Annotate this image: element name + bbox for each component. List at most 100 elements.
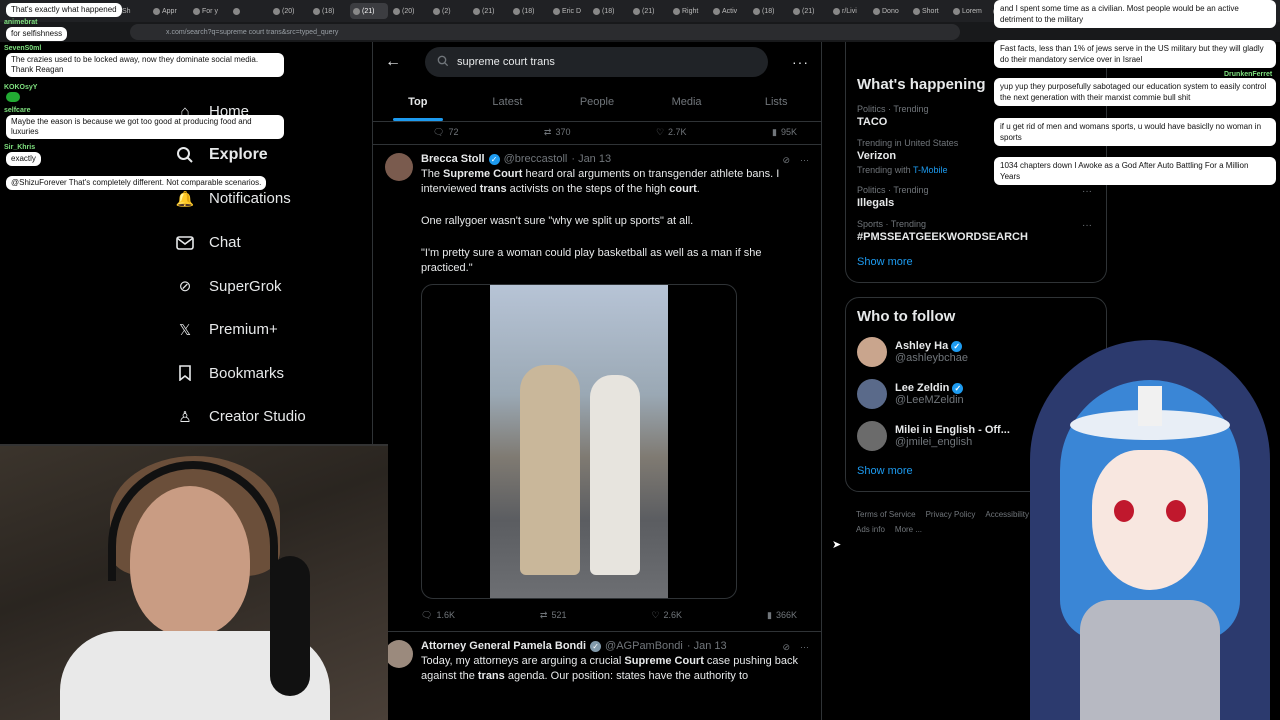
author-name[interactable]: Attorney General Pamela Bondi xyxy=(421,640,586,652)
tweet-actions: 🗨1.6K ⇄521 ♡2.6K ▮366K ⊓⇧ xyxy=(421,607,809,623)
avatar[interactable] xyxy=(385,153,413,181)
browser-tab[interactable]: (21) xyxy=(350,3,388,19)
favicon-icon xyxy=(713,7,720,15)
browser-tab[interactable]: Activ xyxy=(710,3,748,19)
tweet-date[interactable]: · Jan 13 xyxy=(687,640,727,652)
video-thumbnail xyxy=(490,285,668,598)
browser-tab-label: (18) xyxy=(322,7,335,15)
tweet-text: One rallygoer wasn't sure "why we split … xyxy=(421,215,694,227)
repost-button[interactable]: ⇄ 370 xyxy=(544,127,571,138)
nav-supergrok[interactable]: ⊘ SuperGrok xyxy=(175,264,375,308)
tweet[interactable]: ⊘ ··· Brecca Stoll ✓ @breccastoll · Jan 1… xyxy=(373,145,821,632)
repost-count: 370 xyxy=(555,127,571,137)
browser-tab-label: r/Livi xyxy=(842,7,857,15)
tab-top[interactable]: Top xyxy=(373,82,463,121)
like-button[interactable]: ♡ 2.6K xyxy=(651,610,682,621)
browser-tab[interactable]: Appr xyxy=(150,3,188,19)
browser-tab[interactable]: (20) xyxy=(270,3,308,19)
tab-lists[interactable]: Lists xyxy=(731,82,821,121)
more-options-icon[interactable]: ··· xyxy=(800,155,809,166)
browser-tab[interactable]: (21) xyxy=(790,3,828,19)
microphone xyxy=(270,556,310,696)
search-input[interactable]: supreme court trans xyxy=(425,47,768,77)
browser-tab-label: (18) xyxy=(522,7,535,15)
like-count: 2.6K xyxy=(663,610,683,620)
browser-tab[interactable]: Short xyxy=(910,3,948,19)
more-options-icon[interactable]: ··· xyxy=(800,642,809,653)
like-count: 2.7K xyxy=(668,127,687,137)
author-handle[interactable]: @AGPamBondi xyxy=(605,640,683,652)
browser-tab[interactable]: For y xyxy=(190,3,228,19)
more-options-icon[interactable]: ··· xyxy=(792,54,809,70)
browser-tab[interactable]: (18) xyxy=(310,3,348,19)
grok-icon[interactable]: ⊘ xyxy=(782,642,790,653)
trend-item[interactable]: ··· Politics · Trending Illegals xyxy=(846,180,1106,214)
reply-button[interactable]: 🗨 72 xyxy=(433,127,458,138)
footer-link[interactable]: Terms of Service xyxy=(856,510,916,519)
show-more-link[interactable]: Show more xyxy=(846,248,1106,276)
more-options-icon[interactable]: ··· xyxy=(1082,186,1092,197)
browser-tab-label: (21) xyxy=(802,7,815,15)
nav-chat[interactable]: Chat xyxy=(175,221,375,265)
address-bar[interactable]: x.com/search?q=supreme court trans&src=t… xyxy=(130,24,960,40)
browser-tab[interactable]: (18) xyxy=(590,3,628,19)
favicon-icon xyxy=(233,7,240,15)
tweet-video[interactable] xyxy=(421,284,737,599)
browser-tab-label: (18) xyxy=(762,7,775,15)
author-handle[interactable]: @breccastoll xyxy=(504,153,568,165)
like-button[interactable]: ♡ 2.7K xyxy=(656,127,687,138)
verified-badge-icon: ✓ xyxy=(488,153,500,165)
browser-tab-label: Dono xyxy=(882,7,899,15)
more-options-icon[interactable]: ··· xyxy=(1082,220,1092,231)
chat-message: yup yup they purposefully sabotaged our … xyxy=(994,78,1276,106)
views-button[interactable]: ▮ 366K xyxy=(767,610,797,621)
browser-tab[interactable]: r/Livi xyxy=(830,3,868,19)
nav-notifications-label: Notifications xyxy=(209,190,291,208)
chat-message: The crazies used to be locked away, now … xyxy=(6,53,284,77)
footer-link[interactable]: More ... xyxy=(895,525,922,534)
trend-item[interactable]: ··· Sports · Trending #PMSSEATGEEKWORDSE… xyxy=(846,214,1106,248)
streamer-webcam xyxy=(0,444,388,720)
repost-button[interactable]: ⇄ 521 xyxy=(540,610,567,621)
avatar[interactable] xyxy=(385,640,413,668)
grok-icon[interactable]: ⊘ xyxy=(782,155,790,166)
back-arrow-icon[interactable]: ← xyxy=(385,53,401,71)
tweet[interactable]: 🗨72 ⇄370 ♡2.7K ▮95K ⊓⇧ xyxy=(373,122,821,145)
footer-link[interactable]: Privacy Policy xyxy=(926,510,976,519)
avatar[interactable] xyxy=(857,379,887,409)
browser-tab[interactable]: Lorem xyxy=(950,3,988,19)
views-count: 95K xyxy=(780,127,797,137)
footer-link[interactable]: Ads info xyxy=(856,525,885,534)
browser-tab[interactable]: (2) xyxy=(430,3,468,19)
favicon-icon xyxy=(513,7,520,15)
search-query-text: supreme court trans xyxy=(457,56,555,68)
browser-tab-label: Right xyxy=(682,7,699,15)
nav-premium[interactable]: 𝕏 Premium+ xyxy=(175,308,375,352)
browser-tab[interactable]: (21) xyxy=(630,3,668,19)
nav-bookmarks[interactable]: Bookmarks xyxy=(175,352,375,396)
browser-tab[interactable]: Eric D xyxy=(550,3,588,19)
tweet-date[interactable]: · Jan 13 xyxy=(571,153,611,165)
avatar[interactable] xyxy=(857,421,887,451)
tweet-actions: 🗨72 ⇄370 ♡2.7K ▮95K ⊓⇧ xyxy=(385,124,809,140)
nav-explore[interactable]: Explore xyxy=(175,134,375,178)
tab-people[interactable]: People xyxy=(552,82,642,121)
favicon-icon xyxy=(153,7,160,15)
browser-tab[interactable]: Right xyxy=(670,3,708,19)
favicon-icon xyxy=(473,7,480,15)
left-navigation: ⌂ Home Explore 🔔 Notifications Chat ⊘ Su… xyxy=(175,90,375,439)
browser-tab[interactable] xyxy=(230,3,268,19)
browser-tab[interactable]: (18) xyxy=(750,3,788,19)
browser-tab[interactable]: (21) xyxy=(470,3,508,19)
tab-media[interactable]: Media xyxy=(642,82,732,121)
avatar[interactable] xyxy=(857,337,887,367)
nav-creator-studio[interactable]: ♙ Creator Studio xyxy=(175,395,375,439)
tab-latest[interactable]: Latest xyxy=(463,82,553,121)
browser-tab[interactable]: (20) xyxy=(390,3,428,19)
tweet[interactable]: ⊘ ··· Attorney General Pamela Bondi ✓ @AG… xyxy=(373,632,821,692)
reply-button[interactable]: 🗨 1.6K xyxy=(421,610,455,621)
views-button[interactable]: ▮ 95K xyxy=(772,127,797,138)
browser-tab[interactable]: (18) xyxy=(510,3,548,19)
author-name[interactable]: Brecca Stoll xyxy=(421,153,485,165)
browser-tab[interactable]: Dono xyxy=(870,3,908,19)
